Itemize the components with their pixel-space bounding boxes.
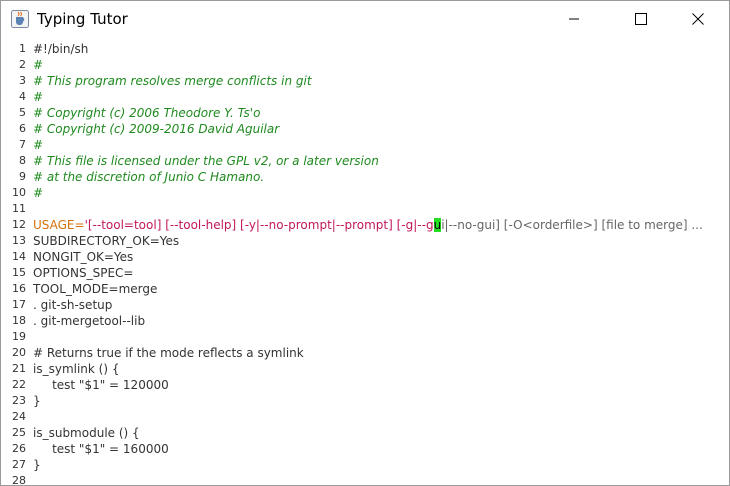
line-text: is_symlink () { [33, 362, 120, 376]
line-number: 6 [19, 122, 26, 135]
line-text: # [33, 138, 44, 152]
line-text: NONGIT_OK=Yes [33, 250, 134, 264]
line-number: 16 [12, 282, 26, 295]
line-number: 1 [19, 42, 26, 55]
line-number: 27 [12, 458, 26, 471]
line-number: 9 [19, 170, 26, 183]
line-number: 20 [12, 346, 26, 359]
line-text: # Copyright (c) 2009-2016 David Aguilar [33, 122, 280, 136]
line-text: test "$1" = 120000 [33, 378, 169, 392]
line-text: test "$1" = 160000 [33, 442, 169, 456]
close-button[interactable] [675, 1, 721, 37]
minimize-button[interactable] [551, 1, 597, 37]
line-number: 28 [12, 474, 26, 485]
line-text: } [33, 394, 41, 408]
line-text: USAGE='[--tool=tool] [--tool-help] [-y|-… [33, 217, 703, 233]
maximize-icon [635, 13, 647, 25]
line-number: 26 [12, 442, 26, 455]
line-number: 25 [12, 426, 26, 439]
line-text: #!/bin/sh [33, 42, 89, 56]
line-text: # [33, 58, 44, 72]
line-number: 4 [19, 90, 26, 103]
line-number: 11 [12, 202, 26, 215]
line-text: # at the discretion of Junio C Hamano. [33, 170, 265, 184]
line-number: 14 [12, 250, 26, 263]
untyped-text: i|--no-gui] [-O<orderfile>] [file to mer… [441, 218, 703, 232]
line-number: 23 [12, 394, 26, 407]
line-text: # [33, 186, 44, 200]
line-text: # This program resolves merge conflicts … [33, 74, 312, 88]
line-text: # Copyright (c) 2006 Theodore Y. Ts'o [33, 106, 261, 120]
title-bar[interactable]: Typing Tutor [1, 1, 729, 37]
line-number: 8 [19, 154, 26, 167]
line-number: 12 [12, 218, 26, 231]
line-number: 17 [12, 298, 26, 311]
line-number: 10 [12, 186, 26, 199]
close-icon [692, 13, 704, 25]
typing-tutor-window: Typing Tutor 1 #!/bin/sh 2 #3 # This program… [0, 0, 730, 486]
line-number: 5 [19, 106, 26, 119]
line-number: 18 [12, 314, 26, 327]
line-text: . git-mergetool--lib [33, 314, 146, 328]
line-text: } [33, 458, 41, 472]
maximize-button[interactable] [618, 1, 664, 37]
line-text: # [33, 90, 44, 104]
code-editor[interactable]: 1 #!/bin/sh 2 #3 # This program resolves mer… [3, 39, 729, 485]
line-number: 13 [12, 234, 26, 247]
usage-string: '[--tool=tool] [--tool-help] [-y|--no-pr… [84, 218, 434, 232]
line-text: SUBDIRECTORY_OK=Yes [33, 234, 180, 248]
line-number: 3 [19, 74, 26, 87]
window-title: Typing Tutor [37, 10, 128, 28]
line-text: # Returns true if the mode reflects a sy… [33, 346, 304, 360]
line-number: 24 [12, 410, 26, 423]
line-text: . git-sh-setup [33, 298, 113, 312]
line-number: 2 [19, 58, 26, 71]
line-text: # This file is licensed under the GPL v2… [33, 154, 379, 168]
java-cup-icon [11, 10, 29, 28]
line-number: 19 [12, 330, 26, 343]
line-number: 21 [12, 362, 26, 375]
line-text: OPTIONS_SPEC= [33, 266, 134, 280]
minimize-icon [569, 18, 579, 20]
usage-variable: USAGE= [33, 218, 85, 232]
line-text: is_submodule () { [33, 426, 140, 440]
line-number: 7 [19, 138, 26, 151]
line-text: TOOL_MODE=merge [33, 282, 158, 296]
line-number: 22 [12, 378, 26, 391]
line-number: 15 [12, 266, 26, 279]
